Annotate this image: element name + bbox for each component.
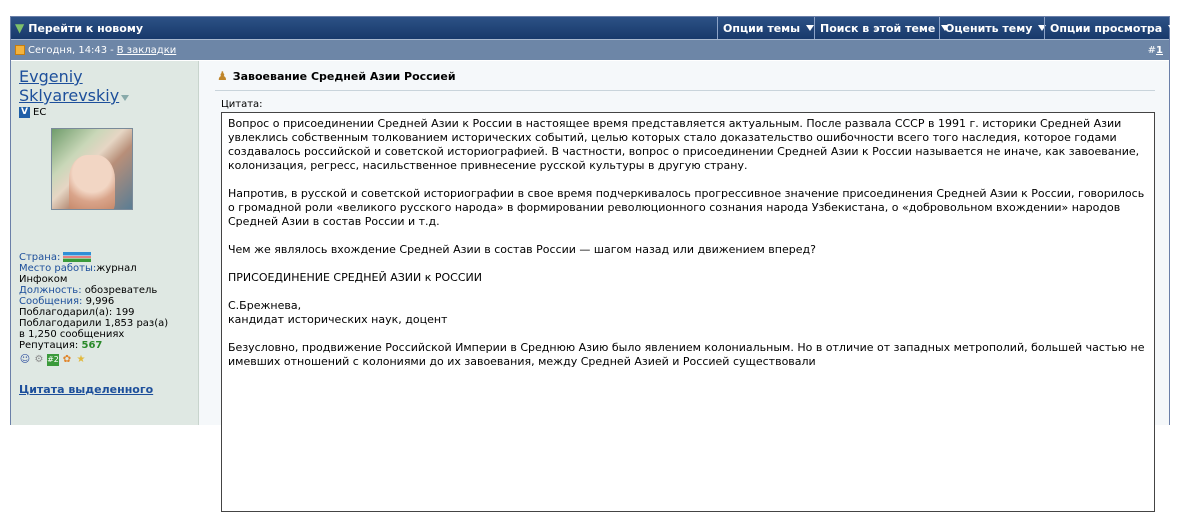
posts-value: 9,996 bbox=[85, 296, 115, 307]
reputation-value: 567 bbox=[81, 340, 103, 351]
rate-thread-label: Оценить тему bbox=[945, 21, 1033, 35]
author-title: кандидат исторических наук, доцент bbox=[228, 313, 448, 326]
thanked-by-posts: в 1,250 сообщениях bbox=[19, 329, 125, 340]
avatar-face bbox=[69, 155, 115, 209]
post-number-prefix: # bbox=[1147, 44, 1157, 56]
date-separator: - bbox=[110, 44, 114, 56]
view-options-label: Опции просмотра bbox=[1050, 21, 1163, 35]
quote-paragraph: Вопрос о присоединении Средней Азии к Ро… bbox=[228, 117, 1140, 172]
dropdown-arrow-icon bbox=[806, 25, 815, 31]
view-options-menu[interactable]: Опции просмотра bbox=[1044, 17, 1177, 39]
thanked-count: Поблагодарил(а): 199 bbox=[19, 307, 135, 318]
position-value: обозреватель bbox=[84, 285, 158, 296]
uzbekistan-flag-icon bbox=[63, 252, 92, 262]
work-value-line2: Инфоком bbox=[19, 274, 68, 285]
post-date-bar: Сегодня, 14:43 - В закладки #1 bbox=[11, 39, 1169, 60]
rate-thread-menu[interactable]: Оценить тему bbox=[939, 17, 1047, 39]
user-sidebar: Evgeniy Sklyarevskiy V EC Страна: Место … bbox=[11, 61, 199, 425]
quote-label: Цитата: bbox=[221, 99, 263, 110]
go-to-new-link[interactable]: ▼ Перейти к новому bbox=[11, 17, 717, 39]
thanked-by-count: Поблагодарили 1,853 раз(а) bbox=[19, 318, 169, 329]
quote-paragraph: Безусловно, продвижение Российской Импер… bbox=[228, 341, 1145, 368]
user-badge-icon: V bbox=[19, 107, 30, 118]
post-number: #1 bbox=[1148, 45, 1163, 56]
post-content: ♟ Завоевание Средней Азии Россией Цитата… bbox=[199, 61, 1169, 512]
search-thread-menu[interactable]: Поиск в этой теме bbox=[814, 17, 950, 39]
user-profile-icon[interactable]: ☺ bbox=[19, 354, 31, 366]
thread-options-label: Опции темы bbox=[723, 21, 801, 35]
quote-paragraph: Чем же являлось вхождение Средней Азии в… bbox=[228, 243, 816, 256]
username-link[interactable]: Evgeniy Sklyarevskiy bbox=[19, 67, 192, 105]
gear-award-icon: ⚙ bbox=[34, 354, 44, 365]
thread-options-menu[interactable]: Опции темы bbox=[717, 17, 815, 39]
search-thread-label: Поиск в этой теме bbox=[820, 21, 936, 35]
post-title: Завоевание Средней Азии Россией bbox=[232, 69, 456, 83]
post-date: Сегодня, 14:43 bbox=[28, 44, 108, 56]
quote-selected-link[interactable]: Цитата выделенного bbox=[19, 384, 192, 395]
angel-award-icon: ★ bbox=[76, 354, 86, 365]
quote-box: Вопрос о присоединении Средней Азии к Ро… bbox=[221, 112, 1155, 512]
position-label: Должность: bbox=[19, 285, 82, 296]
quote-paragraph: Напротив, в русской и советской историог… bbox=[228, 187, 1145, 228]
users-icon: ♟ bbox=[217, 69, 228, 83]
title-divider bbox=[215, 90, 1155, 91]
work-label: Место работы: bbox=[19, 263, 97, 274]
quote-heading: ПРИСОЕДИНЕНИЕ СРЕДНЕЙ АЗИИ к РОССИИ bbox=[228, 271, 482, 284]
post-number-link[interactable]: 1 bbox=[1156, 45, 1163, 56]
user-badge-label: EC bbox=[33, 107, 47, 118]
bookmark-link[interactable]: В закладки bbox=[117, 45, 177, 56]
user-menu-arrow-icon[interactable] bbox=[121, 95, 130, 101]
author-name: С.Брежнева, bbox=[228, 299, 302, 312]
work-value: журнал bbox=[96, 263, 137, 274]
dropdown-arrow-icon bbox=[1168, 25, 1177, 31]
quote-author: С.Брежнева, кандидат исторических наук, д… bbox=[228, 299, 1148, 327]
posts-label: Сообщения: bbox=[19, 296, 83, 307]
username-line2: Sklyarevskiy bbox=[19, 86, 120, 105]
post-icon bbox=[15, 45, 25, 55]
flower-award-icon: ✿ bbox=[62, 354, 72, 365]
arrow-down-icon: ▼ bbox=[15, 21, 25, 35]
country-label: Страна: bbox=[19, 252, 61, 263]
post-frame: ▼ Перейти к новому Опции темы Поиск в эт… bbox=[10, 16, 1177, 512]
go-to-new-label: Перейти к новому bbox=[28, 21, 143, 35]
level-award-icon: #2 bbox=[47, 354, 59, 366]
thread-toolbar: ▼ Перейти к новому Опции темы Поиск в эт… bbox=[11, 17, 1177, 39]
username-line1: Evgeniy bbox=[19, 67, 83, 86]
award-icons: ☺ ⚙ #2 ✿ ★ bbox=[19, 354, 192, 366]
avatar[interactable] bbox=[51, 128, 133, 210]
reputation-label: Репутация: bbox=[19, 340, 79, 351]
user-info: Страна: Место работы:журнал Инфоком Долж… bbox=[19, 252, 192, 395]
